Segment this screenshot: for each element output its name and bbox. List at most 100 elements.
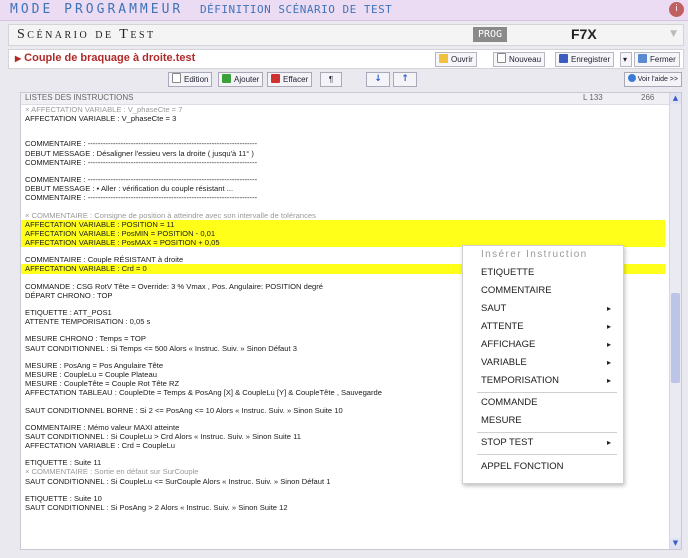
instruction-toolbar: Edition Ajouter Effacer ¶ ↓ ↑ Voir l'aid… <box>8 70 682 88</box>
menu-item-label: APPEL FONCTION <box>481 461 564 472</box>
prog-badge: PROG <box>473 27 507 42</box>
floppy-icon <box>559 54 568 63</box>
menu-item-appel-fonction[interactable]: APPEL FONCTION <box>481 460 615 474</box>
line-indicator: L 133 <box>583 93 603 102</box>
new-button[interactable]: Nouveau <box>493 52 546 67</box>
instruction-line[interactable]: SAUT CONDITIONNEL : Si PosAng > 2 Alors … <box>25 503 665 512</box>
mode-bar: MODE PROGRAMMEUR DÉFINITION SCÉNARIO DE … <box>0 0 688 21</box>
instruction-line[interactable]: AFFECTATION VARIABLE : PosMIN = POSITION… <box>21 228 665 239</box>
menu-item-label: STOP TEST <box>481 437 534 448</box>
menu-item-affichage[interactable]: AFFICHAGE ▸ <box>481 338 615 352</box>
scroll-down-icon[interactable]: ▼ <box>670 538 681 549</box>
instruction-line[interactable]: AFFECTATION VARIABLE : POSITION = 11 <box>21 219 665 229</box>
edit-label: Edition <box>184 75 209 84</box>
chevron-down-icon: ▾ <box>623 55 628 64</box>
line-spacer <box>25 131 665 139</box>
submenu-arrow-icon: ▸ <box>606 358 611 367</box>
submenu-arrow-icon: ▸ <box>606 376 611 385</box>
folder-icon <box>439 54 448 63</box>
submenu-arrow-icon: ▸ <box>606 340 611 349</box>
instruction-line[interactable]: ETIQUETTE : Suite 10 <box>25 494 665 503</box>
submenu-arrow-icon: ▸ <box>606 322 611 331</box>
mode-title: MODE PROGRAMMEUR <box>10 2 184 17</box>
insert-instruction-menu: Insérer Instruction ETIQUETTE COMMENTAIRE… <box>462 245 624 484</box>
new-file-icon <box>497 53 506 63</box>
line-spacer <box>25 167 665 175</box>
menu-item-label: VARIABLE <box>481 357 527 368</box>
list-title: LISTES DES INSTRUCTIONS <box>25 93 134 102</box>
menu-item-label: COMMENTAIRE <box>481 285 552 296</box>
line-count: 266 <box>641 93 655 102</box>
close-label: Fermer <box>650 55 676 64</box>
instruction-line[interactable]: COMMENTAIRE : --------------------------… <box>25 193 665 202</box>
menu-item-commentaire[interactable]: COMMENTAIRE <box>481 284 615 298</box>
instruction-line[interactable]: AFFECTATION VARIABLE : V_phaseCte = 3 <box>25 114 665 123</box>
instruction-line[interactable]: × COMMENTAIRE : Consigne de position à a… <box>25 211 665 220</box>
edit-button[interactable]: Edition <box>168 72 213 87</box>
new-label: Nouveau <box>509 55 542 64</box>
open-label: Ouvrir <box>451 55 473 64</box>
menu-item-variable[interactable]: VARIABLE ▸ <box>481 356 615 370</box>
menu-item-saut[interactable]: SAUT ▸ <box>481 302 615 316</box>
file-bar: ▶ Couple de braquage à droite.test Ouvrir… <box>8 49 684 69</box>
scrollbar[interactable]: ▲ ▼ <box>669 93 681 549</box>
menu-item-stop-test[interactable]: STOP TEST ▸ <box>481 436 615 450</box>
scenario-code: F7X <box>571 26 597 42</box>
open-button[interactable]: Ouvrir <box>435 52 477 67</box>
pilcrow-button[interactable]: ¶ <box>320 72 342 87</box>
instruction-line[interactable]: COMMENTAIRE : --------------------------… <box>25 158 665 167</box>
menu-item-label: COMMANDE <box>481 397 538 408</box>
add-button[interactable]: Ajouter <box>218 72 264 87</box>
instruction-line[interactable]: COMMENTAIRE : --------------------------… <box>25 139 665 148</box>
delete-button[interactable]: Effacer <box>267 72 313 87</box>
menu-item-mesure[interactable]: MESURE <box>481 414 615 428</box>
submenu-arrow-icon: ▸ <box>606 438 611 447</box>
edit-icon <box>172 73 181 83</box>
move-up-button[interactable]: ↑ <box>393 72 417 87</box>
chevron-down-icon[interactable]: ▼ <box>670 29 677 39</box>
add-icon <box>222 74 231 83</box>
menu-item-label: ETIQUETTE <box>481 267 535 278</box>
instruction-line[interactable]: COMMENTAIRE : --------------------------… <box>25 175 665 184</box>
scenario-bar: Scénario de Test PROG F7X ▼ <box>8 24 684 46</box>
delete-label: Effacer <box>283 75 309 84</box>
menu-item-etiquette[interactable]: ETIQUETTE <box>481 266 615 280</box>
instruction-line[interactable]: DEBUT MESSAGE : • Aller : vérification d… <box>25 184 665 193</box>
instruction-line[interactable]: × AFFECTATION VARIABLE : V_phaseCte = 7 <box>25 105 665 114</box>
add-label: Ajouter <box>234 75 260 84</box>
exit-icon <box>638 54 647 63</box>
menu-header: Insérer Instruction <box>481 249 588 260</box>
help-button[interactable]: Voir l'aide >> <box>623 72 682 87</box>
scroll-thumb[interactable] <box>671 293 680 383</box>
menu-item-label: TEMPORISATION <box>481 375 559 386</box>
delete-icon <box>271 74 280 83</box>
save-label: Enregistrer <box>571 55 611 64</box>
close-button[interactable]: Fermer <box>634 52 680 67</box>
menu-item-label: SAUT <box>481 303 507 314</box>
file-name: ▶ Couple de braquage à droite.test <box>15 52 195 64</box>
menu-separator <box>477 392 617 393</box>
menu-item-temporisation[interactable]: TEMPORISATION ▸ <box>481 374 615 388</box>
save-options-button[interactable]: ▾ <box>620 52 632 67</box>
move-down-button[interactable]: ↓ <box>366 72 390 87</box>
line-spacer <box>25 486 665 494</box>
line-spacer <box>25 123 665 131</box>
definition-title: DÉFINITION SCÉNARIO DE TEST <box>200 3 393 16</box>
menu-item-label: AFFICHAGE <box>481 339 536 350</box>
info-icon[interactable]: i <box>669 2 684 17</box>
help-label: Voir l'aide >> <box>637 76 678 83</box>
caret-right-icon: ▶ <box>15 54 22 63</box>
line-spacer <box>25 203 665 211</box>
menu-item-attente[interactable]: ATTENTE ▸ <box>481 320 615 334</box>
scroll-up-icon[interactable]: ▲ <box>670 93 681 104</box>
menu-separator <box>477 454 617 455</box>
menu-separator <box>477 432 617 433</box>
file-name-label: Couple de braquage à droite.test <box>24 52 196 64</box>
menu-item-commande[interactable]: COMMANDE <box>481 396 615 410</box>
menu-item-label: ATTENTE <box>481 321 524 332</box>
menu-item-label: MESURE <box>481 415 522 426</box>
list-header: LISTES DES INSTRUCTIONS L 133 266 <box>21 93 669 105</box>
instruction-line[interactable]: DEBUT MESSAGE : Désaligner l'essieu vers… <box>25 149 665 158</box>
save-button[interactable]: Enregistrer <box>555 52 615 67</box>
help-icon <box>627 74 636 82</box>
